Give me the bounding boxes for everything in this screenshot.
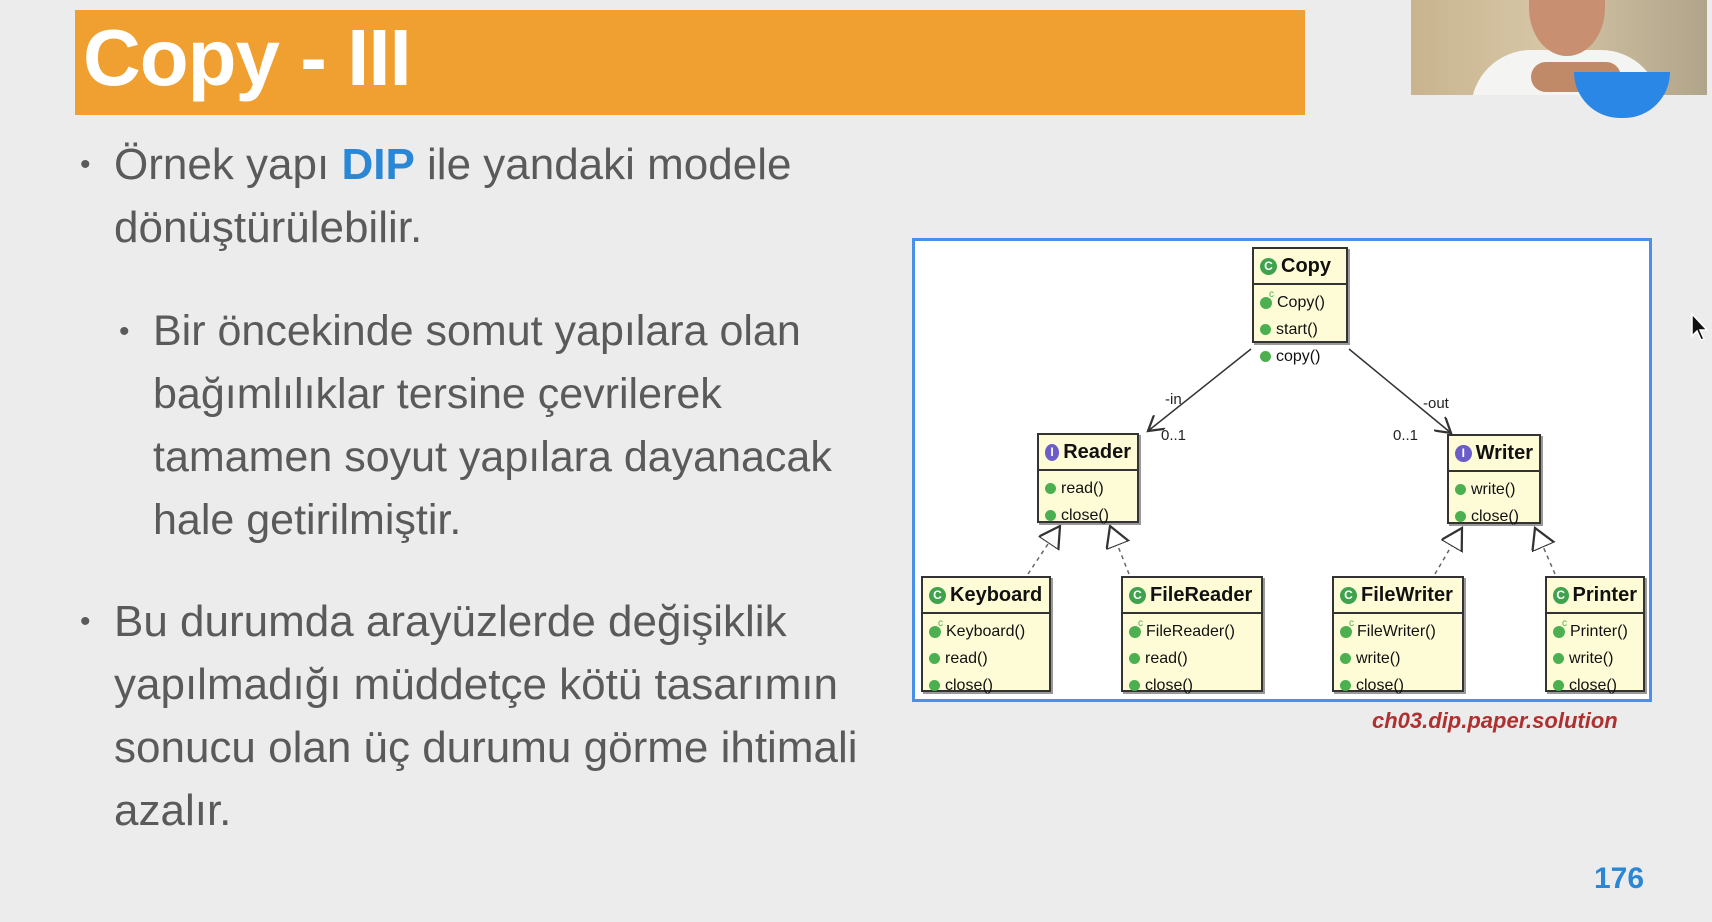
method: start(): [1276, 320, 1318, 338]
class-copy-header: C Copy: [1254, 249, 1346, 285]
method: Keyboard(): [946, 622, 1026, 640]
method-icon: [1045, 483, 1056, 494]
bullet-1-accent: DIP: [341, 140, 415, 189]
constructor-icon: [1129, 618, 1143, 638]
method: read(): [1061, 479, 1104, 497]
method: close(): [1471, 507, 1520, 525]
class-filereader[interactable]: C FileReader FileReader() read() close(): [1121, 576, 1263, 694]
mult-out: 0..1: [1393, 427, 1419, 444]
method: write(): [1471, 480, 1516, 498]
method-icon: [929, 653, 940, 664]
class-icon: C: [1553, 586, 1569, 604]
label-in: -in: [1165, 391, 1182, 408]
class-printer-header: C Printer: [1547, 578, 1643, 614]
class-keyboard-header: C Keyboard: [923, 578, 1049, 614]
method-icon: [1340, 680, 1351, 691]
interface-writer-name: Writer: [1475, 441, 1533, 464]
method: Copy(): [1277, 293, 1326, 311]
method: FileReader(): [1146, 622, 1235, 640]
method-icon: [1260, 351, 1271, 362]
class-copy[interactable]: C Copy Copy() start() copy(): [1252, 247, 1348, 365]
diagram-caption: ch03.dip.paper.solution: [1372, 708, 1618, 733]
bullet-1-text-pre: Örnek yapı: [114, 140, 342, 189]
method: close(): [1061, 506, 1110, 524]
method-icon: [1553, 653, 1564, 664]
constructor-icon: [1553, 618, 1567, 638]
page-number: 176: [1594, 862, 1645, 895]
method: copy(): [1276, 347, 1321, 365]
method: read(): [1145, 649, 1188, 667]
method: read(): [945, 649, 988, 667]
assoc-out-line: [1348, 348, 1451, 433]
bullet-2: • Bu durumda arayüzlerde değişiklik yapı…: [80, 590, 904, 842]
presenter-head: [1529, 0, 1605, 56]
sub-bullet: • Bir öncekinde somut yapılara olan bağı…: [119, 300, 873, 552]
interface-reader[interactable]: I Reader read() close(): [1037, 433, 1139, 524]
method-icon: [1455, 484, 1466, 495]
bullet-dot: •: [119, 315, 130, 348]
class-filereader-name: FileReader: [1150, 583, 1253, 606]
class-icon: C: [1340, 586, 1357, 604]
uml-diagram: -in 0..1 -out 0..1 C Copy Copy() start()…: [912, 238, 1652, 702]
interface-writer[interactable]: I Writer write() close(): [1447, 434, 1541, 525]
assoc-in-line: [1148, 348, 1252, 431]
class-icon: C: [929, 586, 946, 604]
bullet-2-text: Bu durumda arayüzlerde değişiklik yapılm…: [114, 597, 858, 835]
interface-writer-header: I Writer: [1449, 436, 1539, 472]
class-keyboard[interactable]: C Keyboard Keyboard() read() close(): [921, 576, 1051, 694]
mouse-cursor-icon: [1691, 312, 1709, 341]
realize-keyboard: [1027, 526, 1060, 575]
class-printer[interactable]: C Printer Printer() write() close(): [1545, 576, 1645, 694]
class-icon: C: [1129, 586, 1146, 604]
constructor-icon: [1260, 289, 1274, 309]
method: close(): [1145, 676, 1194, 694]
method-icon: [1260, 324, 1271, 335]
label-out: -out: [1423, 395, 1449, 412]
mult-in: 0..1: [1161, 427, 1187, 444]
method-icon: [1340, 653, 1351, 664]
interface-icon: I: [1045, 443, 1060, 461]
interface-reader-header: I Reader: [1039, 435, 1137, 471]
method: write(): [1569, 649, 1614, 667]
method: close(): [945, 676, 994, 694]
bullet-dot: •: [80, 605, 91, 638]
method: write(): [1356, 649, 1401, 667]
method-icon: [1045, 510, 1056, 521]
class-filewriter[interactable]: C FileWriter FileWriter() write() close(…: [1332, 576, 1464, 694]
class-copy-name: Copy: [1281, 254, 1331, 277]
method-icon: [1455, 511, 1466, 522]
method: FileWriter(): [1357, 622, 1436, 640]
method-icon: [929, 680, 940, 691]
interface-reader-name: Reader: [1063, 440, 1131, 463]
method: close(): [1569, 676, 1618, 694]
method: close(): [1356, 676, 1405, 694]
bullet-1: • Örnek yapı DIP ile yandaki modele dönü…: [80, 133, 874, 259]
class-keyboard-name: Keyboard: [950, 583, 1043, 606]
realize-filewriter: [1434, 528, 1462, 575]
method-icon: [1129, 680, 1140, 691]
interface-icon: I: [1455, 444, 1472, 462]
sub-bullet-text: Bir öncekinde somut yapılara olan bağıml…: [153, 307, 832, 544]
realize-filereader: [1110, 526, 1129, 575]
slide-title: Copy - III: [83, 13, 412, 102]
class-printer-name: Printer: [1572, 583, 1637, 606]
method-icon: [1129, 653, 1140, 664]
class-icon: C: [1260, 257, 1277, 275]
constructor-icon: [1340, 618, 1354, 638]
method-icon: [1553, 680, 1564, 691]
method: Printer(): [1570, 622, 1628, 640]
constructor-icon: [929, 618, 943, 638]
title-bar: Copy - III: [75, 10, 1305, 115]
class-filewriter-name: FileWriter: [1361, 583, 1453, 606]
class-filereader-header: C FileReader: [1123, 578, 1261, 614]
class-filewriter-header: C FileWriter: [1334, 578, 1462, 614]
bullet-dot: •: [80, 148, 91, 181]
realize-printer: [1535, 528, 1555, 575]
overlay-disc: [1574, 72, 1670, 118]
